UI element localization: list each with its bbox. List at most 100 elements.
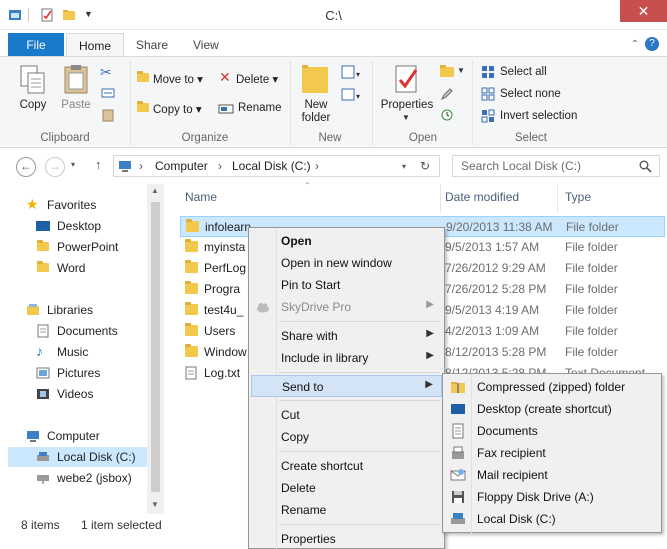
properties-button[interactable]: Properties bbox=[378, 99, 436, 111]
send-to-mail[interactable]: Mail recipient bbox=[445, 464, 659, 486]
file-date: 7/26/2012 9:29 AM bbox=[445, 261, 546, 275]
edit-icon[interactable] bbox=[440, 87, 454, 101]
tab-file[interactable]: File bbox=[8, 33, 64, 57]
tab-share[interactable]: Share bbox=[124, 33, 180, 57]
new-folder-button-line1[interactable]: New bbox=[292, 99, 340, 111]
nav-powerpoint[interactable]: PowerPoint bbox=[36, 237, 144, 257]
open-group-label: Open bbox=[408, 132, 438, 144]
copy-icon[interactable] bbox=[18, 63, 48, 97]
menu-item-cut[interactable]: Cut bbox=[251, 404, 442, 426]
column-header-type[interactable]: Type bbox=[565, 190, 591, 204]
menu-item-pin-to-start[interactable]: Pin to Start bbox=[251, 274, 442, 296]
up-button[interactable]: ↑ bbox=[95, 157, 102, 172]
tab-view[interactable]: View bbox=[181, 33, 231, 57]
new-folder-button-line2[interactable]: folder bbox=[292, 112, 340, 124]
history-icon[interactable] bbox=[440, 108, 454, 122]
scroll-down-icon[interactable]: ▼ bbox=[151, 500, 159, 509]
scroll-thumb[interactable] bbox=[151, 202, 160, 492]
nav-music[interactable]: ♪ Music bbox=[36, 342, 144, 362]
copy-button[interactable]: Copy bbox=[12, 99, 54, 111]
invert-selection-button[interactable]: Invert selection bbox=[500, 110, 577, 122]
refresh-icon[interactable]: ↻ bbox=[420, 159, 430, 173]
menu-item-include-in-library[interactable]: Include in library ▶ bbox=[251, 347, 442, 369]
breadcrumb-computer[interactable]: Computer bbox=[155, 159, 208, 173]
open-icon[interactable] bbox=[440, 65, 454, 77]
address-dropdown-icon[interactable]: ▾ bbox=[402, 162, 406, 171]
new-item-icon[interactable]: ▾ bbox=[341, 65, 361, 81]
submenu-arrow-icon: ▶ bbox=[425, 379, 433, 390]
select-all-button[interactable]: Select all bbox=[500, 66, 547, 78]
column-header-name[interactable]: Name bbox=[185, 190, 217, 204]
close-button[interactable]: ✕ bbox=[620, 0, 667, 22]
file-name: Window bbox=[204, 345, 247, 359]
menu-item-rename[interactable]: Rename bbox=[251, 499, 442, 521]
menu-item-properties[interactable]: Properties bbox=[251, 528, 442, 549]
send-to-local-disk[interactable]: Local Disk (C:) bbox=[445, 508, 659, 530]
file-type: File folder bbox=[565, 261, 618, 275]
copy-path-icon[interactable] bbox=[101, 86, 115, 100]
paste-icon[interactable] bbox=[61, 63, 91, 97]
context-menu: Open Open in new window Pin to Start Sky… bbox=[248, 227, 445, 549]
copy-to-button[interactable]: Copy to ▾ bbox=[153, 102, 202, 116]
forward-button[interactable]: → bbox=[45, 157, 65, 177]
column-header-date[interactable]: Date modified bbox=[445, 190, 519, 204]
recent-locations-icon[interactable]: ▾ bbox=[71, 160, 75, 169]
menu-item-open-new-window[interactable]: Open in new window bbox=[251, 252, 442, 274]
select-none-button[interactable]: Select none bbox=[500, 88, 561, 100]
file-type: File folder bbox=[566, 220, 619, 234]
tab-home[interactable]: Home bbox=[66, 33, 125, 57]
nav-powerpoint-label: PowerPoint bbox=[57, 240, 119, 254]
menu-item-label: Rename bbox=[281, 503, 327, 517]
menu-item-skydrive-pro[interactable]: SkyDrive Pro ▶ bbox=[251, 296, 442, 318]
file-name: Progra bbox=[204, 282, 241, 296]
send-to-floppy[interactable]: Floppy Disk Drive (A:) bbox=[445, 486, 659, 508]
nav-videos[interactable]: Videos bbox=[36, 384, 144, 404]
menu-item-create-shortcut[interactable]: Create shortcut bbox=[251, 455, 442, 477]
nav-libraries[interactable]: Libraries bbox=[26, 300, 144, 320]
menu-item-open[interactable]: Open bbox=[251, 230, 442, 252]
nav-documents[interactable]: Documents bbox=[36, 321, 144, 341]
back-button[interactable]: ← bbox=[16, 157, 36, 177]
open-dropdown-icon[interactable]: ▼ bbox=[457, 66, 465, 75]
search-icon[interactable] bbox=[639, 160, 652, 173]
send-to-compressed-folder[interactable]: Compressed (zipped) folder bbox=[445, 376, 659, 398]
nav-scrollbar[interactable]: ▲ ▼ bbox=[147, 184, 164, 514]
nav-network-drive[interactable]: webe2 (jsbox) bbox=[36, 468, 144, 488]
nav-local-disk[interactable]: Local Disk (C:) bbox=[8, 447, 147, 467]
column-divider[interactable] bbox=[557, 184, 558, 212]
new-group-label: New bbox=[318, 132, 342, 144]
menu-item-share-with[interactable]: Share with ▶ bbox=[251, 325, 442, 347]
folder-icon bbox=[186, 219, 199, 232]
menu-item-delete[interactable]: Delete bbox=[251, 477, 442, 499]
cut-icon[interactable]: ✂ bbox=[100, 64, 112, 81]
nav-network-drive-label: webe2 (jsbox) bbox=[57, 471, 132, 485]
menu-item-send-to[interactable]: Send to ▶ bbox=[251, 375, 442, 397]
breadcrumb-local-disk[interactable]: Local Disk (C:) bbox=[232, 159, 311, 173]
search-box[interactable]: Search Local Disk (C:) bbox=[452, 155, 660, 177]
submenu-arrow-icon: ▶ bbox=[426, 328, 434, 339]
properties-dropdown-icon[interactable]: ▼ bbox=[402, 113, 410, 122]
chevron-up-icon[interactable]: ⌃ bbox=[631, 39, 639, 50]
paste-shortcut-icon[interactable] bbox=[101, 108, 115, 122]
move-to-button[interactable]: Move to ▾ bbox=[153, 72, 203, 86]
send-to-fax[interactable]: Fax recipient bbox=[445, 442, 659, 464]
delete-icon: ✕ bbox=[219, 69, 231, 85]
properties-icon[interactable] bbox=[392, 63, 422, 97]
send-to-documents[interactable]: Documents bbox=[445, 420, 659, 442]
send-to-desktop[interactable]: Desktop (create shortcut) bbox=[445, 398, 659, 420]
menu-item-copy[interactable]: Copy bbox=[251, 426, 442, 448]
easy-access-icon[interactable]: ▾ bbox=[341, 87, 361, 103]
menu-separator bbox=[279, 451, 440, 452]
nav-computer[interactable]: Computer bbox=[26, 426, 144, 446]
nav-favorites[interactable]: ★ Favorites bbox=[26, 195, 144, 215]
rename-button[interactable]: Rename bbox=[238, 102, 281, 114]
search-input[interactable]: Search Local Disk (C:) bbox=[461, 159, 581, 173]
column-divider[interactable] bbox=[440, 184, 441, 212]
help-icon[interactable]: ? bbox=[645, 37, 659, 51]
delete-button[interactable]: Delete ▾ bbox=[236, 72, 278, 86]
nav-desktop[interactable]: Desktop bbox=[36, 216, 144, 236]
scroll-up-icon[interactable]: ▲ bbox=[151, 186, 159, 195]
nav-word[interactable]: Word bbox=[36, 258, 144, 278]
nav-pictures[interactable]: Pictures bbox=[36, 363, 144, 383]
address-bar[interactable]: › Computer › Local Disk (C:) › ▾ ↻ bbox=[113, 155, 440, 177]
